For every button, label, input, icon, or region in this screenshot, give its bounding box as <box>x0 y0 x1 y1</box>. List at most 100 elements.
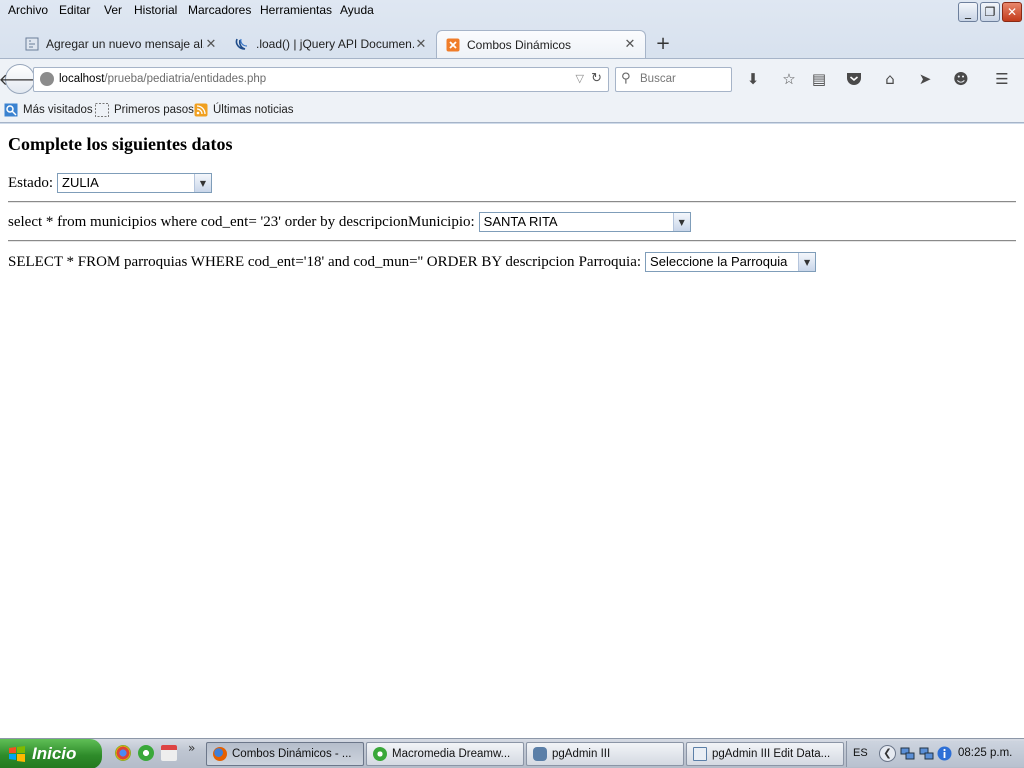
tab-label: Agregar un nuevo mensaje al... <box>46 37 204 51</box>
taskbar: Inicio » Combos Dinámicos - ... Macromed… <box>0 738 1024 768</box>
tab-label: Combos Dinámicos <box>467 37 572 52</box>
page-icon <box>24 36 40 52</box>
municipio-select[interactable]: SANTA RITA ▼ <box>478 212 691 232</box>
close-icon[interactable]: ✕ <box>204 37 218 52</box>
reload-icon[interactable]: ↻ <box>591 71 602 86</box>
task-firefox[interactable]: Combos Dinámicos - ... <box>206 742 364 766</box>
bookmarks-toolbar: Más visitados Primeros pasos Últimas not… <box>0 98 1024 123</box>
parroquia-sql-text: SELECT * FROM parroquias WHERE cod_ent='… <box>8 253 575 270</box>
url-bar[interactable]: localhost/prueba/pediatria/entidades.php… <box>33 67 609 92</box>
xampp-icon <box>445 37 461 53</box>
divider <box>8 201 1016 203</box>
municipio-row: select * from municipios where cod_ent= … <box>8 212 691 232</box>
browser-chrome: Archivo Editar Ver Historial Marcadores … <box>0 0 1024 124</box>
menu-bar: Archivo Editar Ver Historial Marcadores … <box>0 0 1024 22</box>
rss-icon <box>194 103 208 117</box>
search-bar[interactable]: ⚲ Buscar <box>615 67 732 92</box>
most-visited-icon <box>4 103 18 117</box>
network-icon[interactable] <box>919 746 934 761</box>
bookmark-primeros-pasos[interactable]: Primeros pasos <box>95 103 194 117</box>
divider <box>8 240 1016 242</box>
search-input[interactable]: Buscar <box>640 73 676 85</box>
home-icon[interactable]: ⌂ <box>879 68 901 90</box>
menu-historial[interactable]: Historial <box>134 3 177 17</box>
url-text[interactable]: localhost/prueba/pediatria/entidades.php <box>59 73 266 85</box>
firefox-icon <box>213 747 227 761</box>
dreamweaver-icon <box>373 747 387 761</box>
municipio-label: Municipio: <box>408 213 475 230</box>
tab-agregar-mensaje[interactable]: Agregar un nuevo mensaje al... ✕ <box>16 30 226 58</box>
bookmark-ultimas-noticias[interactable]: Últimas noticias <box>194 103 294 117</box>
close-icon[interactable]: ✕ <box>623 37 637 52</box>
estado-row: Estado: ZULIA ▼ <box>8 173 212 193</box>
parroquia-label: Parroquia: <box>578 253 642 270</box>
tab-strip: Agregar un nuevo mensaje al... ✕ .load()… <box>0 30 1024 58</box>
hello-icon[interactable]: ☻ <box>950 68 972 90</box>
edit-data-icon <box>693 747 707 761</box>
info-icon[interactable] <box>937 746 952 761</box>
clock: 08:25 p.m. <box>958 747 1013 759</box>
chevron-down-icon: ▼ <box>194 174 211 192</box>
reading-list-icon[interactable]: ▤ <box>808 68 830 90</box>
parroquia-select[interactable]: Seleccione la Parroquia ▼ <box>645 252 817 272</box>
task-pgadmin[interactable]: pgAdmin III <box>526 742 684 766</box>
municipio-selected-value: SANTA RITA <box>483 214 558 229</box>
window-controls: _ ❐ ✕ <box>958 2 1022 22</box>
new-tab-button[interactable]: + <box>653 34 673 54</box>
menu-ver[interactable]: Ver <box>104 3 122 17</box>
url-host: localhost <box>59 73 105 85</box>
start-label: Inicio <box>32 744 77 763</box>
menu-archivo[interactable]: Archivo <box>8 3 48 17</box>
system-tray: ES ❮ 08:25 p.m. <box>846 741 1024 767</box>
globe-icon <box>40 72 54 86</box>
menu-editar[interactable]: Editar <box>59 3 90 17</box>
tab-label: .load() | jQuery API Documen... <box>256 37 414 51</box>
menu-herramientas[interactable]: Herramientas <box>260 3 332 17</box>
jquery-icon <box>234 36 250 52</box>
task-label: pgAdmin III <box>552 748 611 760</box>
calendar-icon[interactable] <box>161 745 177 761</box>
bookmark-label: Más visitados <box>23 104 93 116</box>
task-label: Macromedia Dreamw... <box>392 748 511 760</box>
back-button[interactable]: 🡐 <box>0 64 41 94</box>
task-pgadmin-edit-data[interactable]: pgAdmin III Edit Data... <box>686 742 844 766</box>
tab-jquery-load[interactable]: .load() | jQuery API Documen... ✕ <box>226 30 436 58</box>
close-icon[interactable]: ✕ <box>414 37 428 52</box>
history-dropdown-icon[interactable]: ▽ <box>576 72 584 85</box>
more-quick-launch-button[interactable]: » <box>188 741 195 755</box>
bookmark-label: Últimas noticias <box>213 104 294 116</box>
menu-ayuda[interactable]: Ayuda <box>340 3 374 17</box>
page-content: Complete los siguientes datos Estado: ZU… <box>0 124 1024 738</box>
parroquia-row: SELECT * FROM parroquias WHERE cod_ent='… <box>8 252 817 272</box>
estado-select[interactable]: ZULIA ▼ <box>57 173 212 193</box>
task-dreamweaver[interactable]: Macromedia Dreamw... <box>366 742 524 766</box>
chevron-down-icon: ▼ <box>672 213 690 231</box>
menu-marcadores[interactable]: Marcadores <box>188 3 251 17</box>
close-window-button[interactable]: ✕ <box>1002 2 1022 22</box>
tab-combos-dinamicos[interactable]: Combos Dinámicos ✕ <box>436 30 646 58</box>
menu-icon[interactable]: ☰ <box>991 68 1013 90</box>
download-icon[interactable]: ⬇ <box>742 68 764 90</box>
windows-logo-icon <box>9 746 25 762</box>
bookmark-mas-visitados[interactable]: Más visitados <box>4 103 93 117</box>
send-icon[interactable]: ➤ <box>914 68 936 90</box>
task-label: pgAdmin III Edit Data... <box>712 748 831 760</box>
navigation-bar: 🡐 localhost/prueba/pediatria/entidades.p… <box>0 58 1024 98</box>
show-hidden-icons-button[interactable]: ❮ <box>879 745 896 762</box>
minimize-button[interactable]: _ <box>958 2 978 22</box>
pocket-icon[interactable] <box>843 68 865 90</box>
search-icon: ⚲ <box>621 71 631 86</box>
url-path: /prueba/pediatria/entidades.php <box>104 73 267 85</box>
task-label: Combos Dinámicos - ... <box>232 748 352 760</box>
network-icon[interactable] <box>900 746 915 761</box>
estado-selected-value: ZULIA <box>62 175 99 190</box>
blank-page-icon <box>95 103 109 117</box>
chrome-icon[interactable] <box>115 745 131 761</box>
restore-button[interactable]: ❐ <box>980 2 1000 22</box>
start-button[interactable]: Inicio <box>0 739 102 768</box>
chevron-down-icon: ▼ <box>798 253 816 271</box>
bookmark-label: Primeros pasos <box>114 104 194 116</box>
bookmark-star-icon[interactable]: ☆ <box>778 68 800 90</box>
dreamweaver-icon[interactable] <box>138 745 154 761</box>
language-indicator[interactable]: ES <box>853 747 868 759</box>
